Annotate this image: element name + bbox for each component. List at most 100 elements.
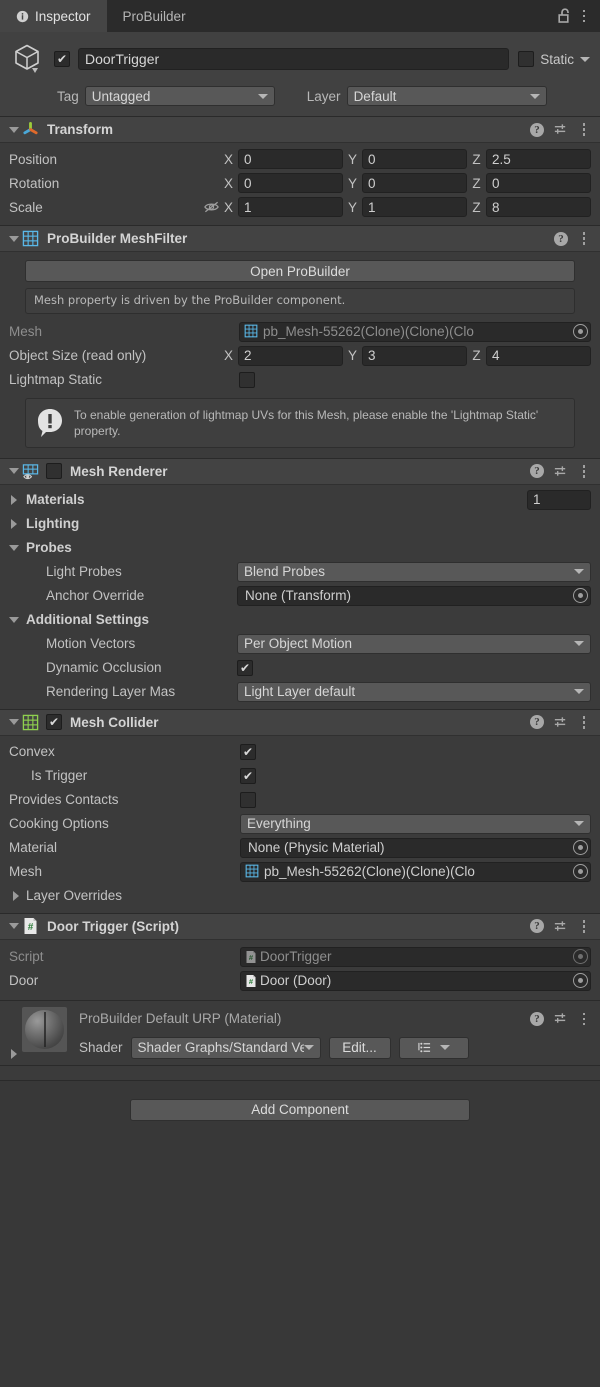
preset-settings-icon[interactable]	[553, 464, 568, 479]
shader-label: Shader	[79, 1040, 123, 1056]
script-label: Script	[9, 949, 44, 965]
kebab-menu-icon[interactable]	[577, 121, 591, 139]
tab-probuilder[interactable]: ProBuilder	[107, 0, 202, 32]
object-picker-icon[interactable]	[573, 840, 588, 856]
constrained-proportions-off-icon[interactable]	[199, 200, 224, 214]
collider-mesh-object-field[interactable]: pb_Mesh-55262(Clone)(Clone)(Clo	[240, 861, 591, 882]
kebab-menu-icon[interactable]	[577, 7, 591, 25]
scale-z-field[interactable]: 8	[486, 197, 591, 217]
dynamic-occlusion-checkbox[interactable]	[237, 659, 253, 676]
probuilder-meshfilter-body: Open ProBuilder Mesh property is driven …	[0, 252, 600, 458]
help-icon[interactable]: ?	[530, 715, 544, 730]
lightmap-static-checkbox[interactable]	[239, 371, 255, 388]
shader-dropdown[interactable]: Shader Graphs/Standard Verte»	[130, 1036, 321, 1059]
help-icon[interactable]: ?	[530, 122, 544, 137]
kebab-menu-icon[interactable]	[577, 917, 591, 935]
help-icon[interactable]: ?	[530, 919, 544, 934]
object-picker-icon[interactable]	[573, 324, 588, 340]
mesh-collider-foldout-icon[interactable]	[6, 719, 22, 726]
probuilder-meshfilter-foldout-icon[interactable]	[6, 235, 22, 242]
game-object-enabled-checkbox[interactable]	[54, 51, 70, 67]
door-trigger-foldout-icon[interactable]	[6, 923, 22, 930]
anchor-override-object-field[interactable]: None (Transform)	[237, 585, 591, 606]
probes-label: Probes	[26, 540, 72, 556]
cooking-options-dropdown[interactable]: Everything	[240, 813, 591, 834]
kebab-menu-icon[interactable]	[577, 713, 591, 731]
unlocked-padlock-icon[interactable]	[557, 7, 573, 25]
collider-material-object-field[interactable]: None (Physic Material)	[240, 837, 591, 858]
door-trigger-header[interactable]: # Door Trigger (Script) ?	[0, 913, 600, 940]
additional-settings-foldout-icon[interactable]	[6, 616, 22, 623]
add-component-button[interactable]: Add Component	[130, 1098, 470, 1121]
mesh-row: Mesh pb_Mesh-55262(Clone)(Clone)(Clo	[9, 320, 591, 344]
tag-dropdown[interactable]: Untagged	[84, 86, 275, 106]
preset-settings-icon[interactable]	[553, 1011, 568, 1026]
preset-settings-icon[interactable]	[553, 122, 568, 137]
light-probes-dropdown[interactable]: Blend Probes	[237, 561, 591, 582]
mesh-object-field[interactable]: pb_Mesh-55262(Clone)(Clone)(Clo	[239, 321, 591, 342]
transform-header[interactable]: Transform ?	[0, 117, 600, 143]
probes-foldout-icon[interactable]	[6, 544, 22, 551]
script-value: DoorTrigger	[260, 949, 332, 965]
probuilder-meshfilter-header[interactable]: ProBuilder MeshFilter ?	[0, 226, 600, 252]
mesh-renderer-enabled-checkbox[interactable]	[46, 463, 62, 480]
tab-inspector[interactable]: Inspector	[0, 0, 107, 32]
game-object-name-field[interactable]: DoorTrigger	[78, 48, 510, 70]
help-icon[interactable]: ?	[530, 1011, 544, 1026]
static-label: Static	[540, 51, 574, 67]
kebab-menu-icon[interactable]	[577, 230, 591, 248]
collider-material-row: Material None (Physic Material)	[9, 836, 591, 860]
transform-scale-row: Scale X 1 Y 1 Z 8	[9, 195, 591, 219]
materials-count-field[interactable]: 1	[527, 489, 591, 510]
lighting-foldout-icon[interactable]	[6, 518, 22, 529]
provides-contacts-checkbox[interactable]	[240, 791, 256, 808]
object-size-y-field: 3	[362, 345, 467, 366]
materials-foldout-icon[interactable]	[6, 494, 22, 505]
material-foldout-icon[interactable]	[6, 1007, 22, 1059]
rotation-y-field[interactable]: 0	[362, 173, 467, 193]
object-picker-icon[interactable]	[573, 864, 588, 880]
position-x-field[interactable]: 0	[238, 149, 343, 169]
layer-dropdown[interactable]: Default	[346, 86, 547, 106]
object-picker-icon[interactable]	[573, 588, 588, 604]
chevron-down-icon	[574, 569, 584, 575]
static-dropdown-arrow-icon[interactable]	[580, 56, 590, 62]
preset-settings-icon[interactable]	[553, 715, 568, 730]
additional-settings-foldout-row[interactable]: Additional Settings	[6, 608, 591, 632]
help-icon[interactable]: ?	[530, 464, 544, 479]
motion-vectors-dropdown[interactable]: Per Object Motion	[237, 633, 591, 654]
position-z-field[interactable]: 2.5	[486, 149, 591, 169]
object-picker-icon[interactable]	[573, 973, 588, 989]
mesh-renderer-foldout-icon[interactable]	[6, 468, 22, 475]
scale-y-field[interactable]: 1	[362, 197, 467, 217]
scale-x-field[interactable]: 1	[238, 197, 343, 217]
rotation-z-field[interactable]: 0	[486, 173, 591, 193]
mesh-collider-header[interactable]: Mesh Collider ?	[0, 709, 600, 736]
probes-foldout-row[interactable]: Probes	[6, 536, 591, 560]
rotation-x-field[interactable]: 0	[238, 173, 343, 193]
layer-overrides-foldout-icon[interactable]	[9, 890, 23, 901]
transform-foldout-icon[interactable]	[6, 126, 22, 133]
motion-vectors-row: Motion Vectors Per Object Motion	[6, 632, 591, 656]
door-object-field[interactable]: # Door (Door)	[240, 970, 591, 991]
transform-gizmo-icon	[22, 121, 39, 138]
is-trigger-checkbox[interactable]	[240, 767, 256, 784]
rendering-layer-mask-dropdown[interactable]: Light Layer default	[237, 681, 591, 702]
shader-list-dropdown[interactable]	[398, 1036, 469, 1059]
static-checkbox[interactable]	[518, 51, 535, 67]
preset-settings-icon[interactable]	[553, 919, 568, 934]
convex-checkbox[interactable]	[240, 743, 256, 760]
kebab-menu-icon[interactable]	[577, 1010, 591, 1028]
mesh-collider-enabled-checkbox[interactable]	[46, 714, 62, 731]
open-probuilder-button[interactable]: Open ProBuilder	[25, 260, 575, 282]
position-y-field[interactable]: 0	[362, 149, 467, 169]
kebab-menu-icon[interactable]	[577, 462, 591, 480]
cooking-options-label: Cooking Options	[9, 816, 109, 832]
lighting-foldout-row[interactable]: Lighting	[6, 512, 591, 536]
shader-edit-button[interactable]: Edit...	[328, 1036, 391, 1059]
mesh-collider-body: Convex Is Trigger Provides Contacts Cook…	[0, 736, 600, 913]
mesh-renderer-header[interactable]: Mesh Renderer ?	[0, 458, 600, 485]
layer-overrides-foldout-row[interactable]: Layer Overrides	[9, 884, 591, 908]
materials-foldout-row[interactable]: Materials 1	[6, 488, 591, 512]
help-icon[interactable]: ?	[554, 231, 568, 246]
